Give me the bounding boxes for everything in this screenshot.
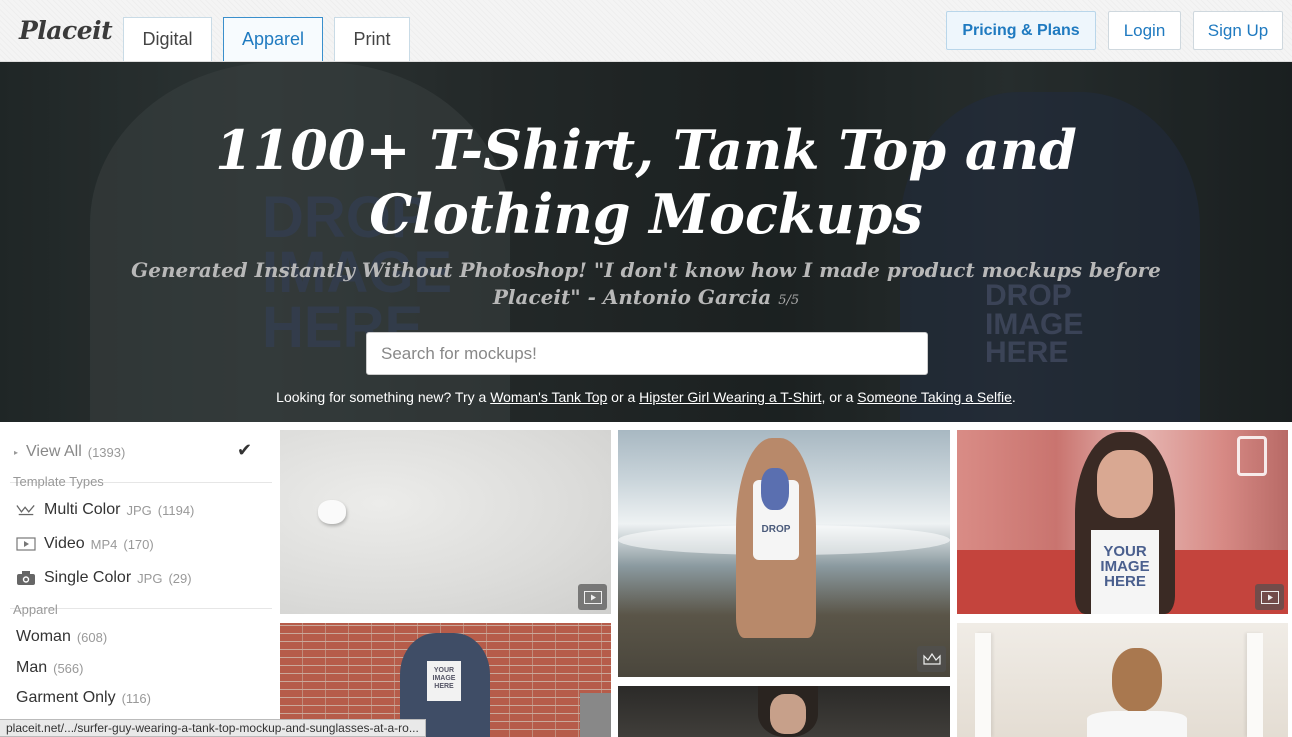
top-navigation-bar: Placeit Digital Apparel Print Pricing & … bbox=[0, 0, 1292, 62]
placeit-logo[interactable]: Placeit bbox=[19, 16, 113, 45]
tab-digital[interactable]: Digital bbox=[123, 17, 212, 61]
suggestion-line: Looking for something new? Try a Woman's… bbox=[276, 389, 1016, 405]
multi-color-icon bbox=[16, 502, 36, 518]
suggest-link-hipster-girl[interactable]: Hipster Girl Wearing a T-Shirt bbox=[639, 389, 821, 405]
video-badge-icon bbox=[578, 584, 607, 610]
search-input[interactable] bbox=[366, 332, 928, 375]
filter-single-color[interactable]: Single Color JPG (29) bbox=[16, 569, 291, 587]
template-types-heading: Template Types bbox=[13, 474, 104, 489]
camera-icon bbox=[16, 570, 36, 586]
mockup-tile-woman-neon-sign[interactable]: YOUR IMAGE HERE bbox=[957, 430, 1288, 614]
browser-status-bar: placeit.net/.../surfer-guy-wearing-a-tan… bbox=[0, 719, 426, 737]
tile-shirt-print: YOUR IMAGE HERE bbox=[1091, 530, 1159, 614]
mockup-tile-white-wall[interactable] bbox=[280, 430, 611, 614]
video-icon bbox=[16, 536, 36, 552]
caret-right-icon: ▸ bbox=[14, 447, 19, 457]
mockup-tile-woman-columns[interactable] bbox=[957, 623, 1288, 737]
testimonial-rating: 5/5 bbox=[778, 293, 800, 308]
hero-banner: DROP IMAGE HERE DROP IMAGE HERE 1100+ T-… bbox=[0, 62, 1292, 422]
filter-sidebar: ▸ View All (1393) ✔ Template Types Multi… bbox=[0, 430, 275, 737]
suggest-link-womans-tank-top[interactable]: Woman's Tank Top bbox=[490, 389, 607, 405]
video-badge-icon bbox=[1255, 584, 1284, 610]
suggest-link-selfie[interactable]: Someone Taking a Selfie bbox=[857, 389, 1012, 405]
crown-badge-icon bbox=[917, 646, 946, 672]
testimonial-text: Generated Instantly Without Photoshop! "… bbox=[131, 258, 1161, 309]
tab-apparel[interactable]: Apparel bbox=[223, 17, 323, 61]
apparel-heading: Apparel bbox=[13, 602, 58, 617]
tile-model bbox=[770, 694, 806, 734]
tile-model bbox=[1112, 648, 1162, 712]
filter-video[interactable]: Video MP4 (170) bbox=[16, 535, 291, 553]
hero-title: 1100+ T-Shirt, Tank Top and Clothing Moc… bbox=[215, 118, 1077, 246]
filter-multi-color[interactable]: Multi Color JPG (1194) bbox=[16, 501, 291, 519]
hero-testimonial: Generated Instantly Without Photoshop! "… bbox=[90, 257, 1202, 314]
signup-button[interactable]: Sign Up bbox=[1193, 11, 1283, 50]
tile-shirt-print: YOUR IMAGE HERE bbox=[427, 661, 461, 701]
filter-garment-only[interactable]: Garment Only (116) bbox=[16, 689, 291, 707]
filter-view-all[interactable]: ▸ View All (1393) bbox=[14, 443, 254, 461]
tile-object bbox=[318, 500, 346, 524]
filter-man[interactable]: Man (566) bbox=[16, 659, 291, 677]
pricing-plans-button[interactable]: Pricing & Plans bbox=[946, 11, 1096, 50]
tab-print[interactable]: Print bbox=[334, 17, 410, 61]
mockup-tile-surfer-tank-top[interactable]: DROP bbox=[618, 430, 950, 677]
checkmark-icon: ✔ bbox=[237, 440, 253, 460]
filter-woman[interactable]: Woman (608) bbox=[16, 628, 291, 646]
mockup-tile-woman-dark[interactable] bbox=[618, 686, 950, 737]
login-button[interactable]: Login bbox=[1108, 11, 1181, 50]
